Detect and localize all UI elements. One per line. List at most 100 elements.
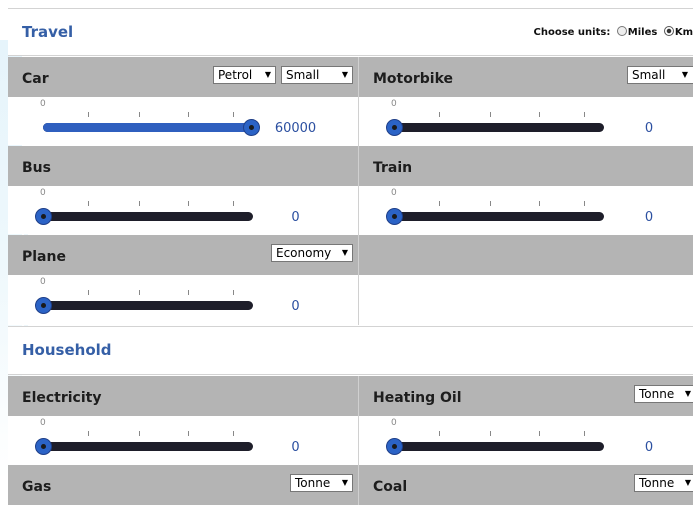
slider-tick — [139, 112, 140, 117]
slider-tick — [439, 112, 440, 117]
slider-tick — [188, 431, 189, 436]
motorbike-label-bar: Motorbike Small ▼ — [359, 57, 693, 97]
motorbike-slider[interactable]: 0 0 — [359, 97, 693, 145]
units-miles-label: Miles — [627, 27, 658, 38]
coal-unit-select[interactable]: Tonne ▼ — [634, 474, 693, 492]
slider-handle[interactable] — [34, 297, 52, 314]
slider-track — [394, 123, 604, 132]
slider-min-label: 0 — [391, 418, 397, 428]
slider-min-label: 0 — [40, 188, 46, 198]
units-chooser: Choose units: Miles Km — [534, 26, 693, 38]
slider-tick — [88, 290, 89, 295]
car-slider[interactable]: 0 60000 — [8, 97, 358, 145]
car-label-bar: Car Petrol ▼ Small ▼ — [8, 57, 358, 97]
plane-slider[interactable]: 0 0 — [8, 275, 358, 323]
slider-tick — [88, 112, 89, 117]
slider-fill — [43, 123, 253, 132]
train-label-bar: Train — [359, 146, 693, 186]
slider-min-label: 0 — [40, 277, 46, 287]
gas-row: Gas Tonne ▼ — [8, 465, 358, 505]
units-label: Choose units: — [533, 27, 611, 38]
slider-track — [43, 301, 253, 310]
slider-min-label: 0 — [40, 418, 46, 428]
slider-tick — [584, 112, 585, 117]
electricity-slider[interactable]: 0 0 — [8, 416, 358, 464]
slider-tick — [539, 201, 540, 206]
heating-oil-unit-select[interactable]: Tonne ▼ — [634, 385, 693, 403]
gas-label-bar: Gas Tonne ▼ — [8, 465, 358, 505]
slider-track — [43, 212, 253, 221]
heating-oil-slider[interactable]: 0 0 — [359, 416, 693, 464]
slider-handle[interactable] — [385, 119, 403, 136]
bus-label: Bus — [22, 160, 51, 176]
heating-oil-row: Heating Oil Tonne ▼ 0 0 — [359, 376, 693, 464]
electricity-value: 0 — [291, 440, 300, 455]
train-label: Train — [373, 160, 413, 176]
motorbike-value: 0 — [644, 121, 654, 136]
plane-class-value: Economy — [276, 246, 332, 260]
plane-value: 0 — [291, 299, 300, 314]
slider-tick — [233, 431, 234, 436]
electricity-label: Electricity — [22, 390, 102, 406]
slider-tick — [233, 112, 234, 117]
travel-title: Travel — [22, 23, 74, 41]
dropdown-arrow-icon: ▼ — [341, 70, 348, 79]
coal-unit-value: Tonne — [639, 476, 675, 490]
slider-tick — [233, 290, 234, 295]
car-size-value: Small — [286, 68, 320, 82]
gas-unit-select[interactable]: Tonne ▼ — [290, 474, 353, 492]
slider-tick — [584, 431, 585, 436]
bus-slider[interactable]: 0 0 — [8, 186, 358, 234]
slider-handle[interactable] — [34, 208, 52, 225]
motorbike-label: Motorbike — [373, 71, 454, 87]
coal-row: Coal Tonne ▼ — [359, 465, 693, 505]
slider-tick — [88, 201, 89, 206]
car-label: Car — [22, 71, 49, 87]
plane-class-select[interactable]: Economy ▼ — [271, 244, 353, 262]
electricity-label-bar: Electricity — [8, 376, 358, 416]
household-title: Household — [22, 341, 112, 359]
train-row: Train 0 0 — [359, 146, 693, 234]
slider-track — [394, 442, 604, 451]
plane-label: Plane — [22, 249, 66, 265]
slider-handle[interactable] — [385, 208, 403, 225]
car-row: Car Petrol ▼ Small ▼ 0 60000 — [8, 57, 358, 145]
units-km-radio[interactable] — [663, 26, 674, 36]
empty-label-bar — [359, 235, 693, 275]
slider-handle[interactable] — [385, 438, 403, 455]
train-value: 0 — [644, 210, 654, 225]
heating-oil-label: Heating Oil — [373, 390, 462, 406]
slider-tick — [490, 112, 491, 117]
slider-min-label: 0 — [391, 99, 397, 109]
dropdown-arrow-icon: ▼ — [684, 478, 691, 487]
train-slider[interactable]: 0 0 — [359, 186, 693, 234]
dropdown-arrow-icon: ▼ — [341, 248, 348, 257]
motorbike-row: Motorbike Small ▼ 0 0 — [359, 57, 693, 145]
car-value: 60000 — [274, 121, 317, 136]
heating-oil-unit-value: Tonne — [639, 387, 675, 401]
car-size-select[interactable]: Small ▼ — [281, 66, 353, 84]
dropdown-arrow-icon: ▼ — [264, 70, 271, 79]
travel-header: Travel Choose units: Miles Km — [8, 8, 693, 56]
gas-label: Gas — [22, 479, 52, 495]
slider-tick — [539, 431, 540, 436]
dropdown-arrow-icon: ▼ — [341, 478, 348, 487]
units-km-label: Km — [674, 27, 693, 38]
bus-value: 0 — [291, 210, 300, 225]
motorbike-size-select[interactable]: Small ▼ — [627, 66, 693, 84]
slider-tick — [233, 201, 234, 206]
car-fuel-select[interactable]: Petrol ▼ — [213, 66, 276, 84]
car-fuel-value: Petrol — [218, 68, 253, 82]
slider-min-label: 0 — [40, 99, 46, 109]
slider-tick — [88, 431, 89, 436]
gas-unit-value: Tonne — [295, 476, 331, 490]
motorbike-size-value: Small — [632, 68, 666, 82]
slider-tick — [188, 290, 189, 295]
slider-tick — [539, 112, 540, 117]
units-miles-radio[interactable] — [616, 26, 627, 36]
dropdown-arrow-icon: ▼ — [681, 70, 688, 79]
slider-tick — [490, 201, 491, 206]
coal-label-bar: Coal Tonne ▼ — [359, 465, 693, 505]
heating-oil-label-bar: Heating Oil Tonne ▼ — [359, 376, 693, 416]
slider-handle[interactable] — [34, 438, 52, 455]
